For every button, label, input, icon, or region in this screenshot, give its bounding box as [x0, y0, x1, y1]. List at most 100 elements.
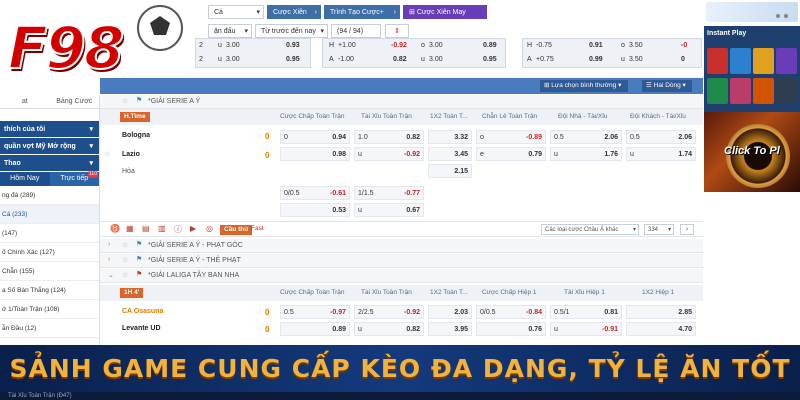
promo-banner[interactable] — [706, 2, 798, 22]
odds-value[interactable]: 0 — [681, 56, 685, 63]
odds-cell[interactable]: 0/0.5 -0.84 — [476, 305, 546, 319]
game-tile[interactable] — [730, 48, 751, 74]
game-tile[interactable] — [753, 48, 774, 74]
chart-icon[interactable]: ▥ — [158, 224, 166, 233]
odds-cell[interactable]: o -0.89 — [476, 130, 546, 144]
odds-cell[interactable]: 0.5 2.06 — [626, 130, 696, 144]
odds-value[interactable]: 0.93 — [286, 42, 300, 49]
odds-cell[interactable]: u -0.91 — [550, 322, 622, 336]
sidebar-item[interactable]: Cá (233) — [0, 205, 99, 224]
star-icon[interactable]: ☆ — [122, 271, 128, 279]
odds-cell[interactable]: 4.70 — [626, 322, 696, 336]
odds-cell[interactable]: 2.03 — [428, 305, 472, 319]
sidebar-item[interactable]: ẫn Đầu (12) — [0, 319, 99, 338]
odds-cell[interactable]: 1/1.5 -0.77 — [354, 186, 424, 200]
sidebar-tab-1[interactable]: at — [0, 95, 50, 108]
time-filter-dropdown[interactable]: Từ trước đến nay ▾ — [255, 24, 328, 38]
odds-cell[interactable]: u 0.67 — [354, 203, 424, 217]
odds-value[interactable]: -0.92 — [391, 42, 407, 49]
odds-cell[interactable]: 0/0.5 -0.61 — [280, 186, 350, 200]
next-page-button[interactable]: › — [680, 224, 694, 235]
game-tile[interactable] — [730, 78, 751, 104]
odds-cell[interactable]: e 0.79 — [476, 147, 546, 161]
odds-cell[interactable]: 3.95 — [428, 322, 472, 336]
odds-cell[interactable]: 0.76 — [476, 322, 546, 336]
tab-today[interactable]: Hôm Nay — [0, 172, 50, 186]
odds-cell[interactable]: 2.15 — [428, 164, 472, 178]
game-tile[interactable] — [776, 48, 797, 74]
star-icon[interactable]: ☆ — [122, 256, 128, 264]
market-count-dropdown[interactable]: 334 ▾ — [644, 224, 674, 235]
chevron-down-icon[interactable]: ⌄ — [108, 271, 114, 279]
odds-cell[interactable]: 0.89 — [280, 322, 350, 336]
star-icon[interactable]: ☆ — [122, 97, 128, 105]
odds-cell[interactable]: 1.0 0.82 — [354, 130, 424, 144]
casino-promo[interactable]: Click To Pl — [704, 112, 800, 192]
odds-value[interactable]: 0.82 — [393, 56, 407, 63]
star-icon[interactable]: ☆ — [122, 241, 128, 249]
market-type-dropdown[interactable]: Các loại cược Châu Á khác ▾ — [541, 224, 639, 235]
sidebar-favorites-header[interactable]: thích của tôi ▾ — [0, 121, 99, 138]
odds-value[interactable]: 0.95 — [483, 56, 497, 63]
cuoc-xien-may-man-button[interactable]: ⊞ Cược Xiên May Mắn — [403, 5, 487, 30]
league-row-laliga[interactable]: ⌄ ☆ ⚑ *GIẢI LALIGA TÂY BAN NHA — [100, 269, 703, 283]
game-tile[interactable] — [753, 78, 774, 104]
filter-dropdown-1[interactable]: Cá ▾ — [208, 5, 264, 19]
sidebar-item[interactable]: ố Chính Xác (127) — [0, 243, 99, 262]
cuoc-xien-button[interactable]: Cược Xiên › — [267, 5, 321, 19]
odds-cell[interactable]: u 1.76 — [550, 147, 622, 161]
odds-cell[interactable]: 2/2.5 -0.92 — [354, 305, 424, 319]
sidebar-item[interactable]: ng đá (289) — [0, 186, 99, 205]
carousel-dot[interactable] — [776, 14, 780, 18]
game-tile[interactable] — [776, 78, 797, 104]
odds-cell[interactable]: u -0.92 — [354, 147, 424, 161]
odds-value[interactable]: 0.89 — [483, 42, 497, 49]
tab-live[interactable]: Trực tiếp 110 — [50, 171, 100, 186]
fast-button[interactable]: Fast — [251, 225, 264, 232]
odds-cell[interactable]: u 0.82 — [354, 322, 424, 336]
league-row-cards[interactable]: › ☆ ⚑ *GIẢI SERIE A Ý - THẺ PHẠT — [100, 254, 703, 268]
video-icon[interactable]: ▶ — [190, 224, 196, 233]
league-row-serie-a[interactable]: ☆ ⚑ *GIẢI SERIE A Ý — [100, 95, 703, 109]
odds-cell[interactable]: 2.85 — [626, 305, 696, 319]
bull-icon[interactable]: ♉ — [110, 224, 120, 233]
game-tile[interactable] — [707, 48, 728, 74]
league-row-corners[interactable]: › ☆ ⚑ *GIẢI SERIE A Ý - PHẠT GÓC — [100, 239, 703, 253]
odds-value[interactable]: -0 — [681, 42, 687, 49]
game-tile[interactable] — [707, 78, 728, 104]
sidebar-item[interactable]: a Số Bàn Thắng (124) — [0, 281, 99, 300]
odds-value[interactable]: 0.91 — [589, 42, 603, 49]
sidebar-tab-betslip[interactable]: Bảng Cược — [50, 95, 100, 108]
odds-cell[interactable]: 0.5 2.06 — [550, 130, 622, 144]
odds-value[interactable]: 0.99 — [589, 56, 603, 63]
sidebar-sports-header[interactable]: Thao ▾ — [0, 155, 99, 172]
chevron-right-icon[interactable]: › — [108, 241, 110, 248]
sidebar-item[interactable]: Chẵn (155) — [0, 262, 99, 281]
selection-mode-dropdown[interactable]: ⊞ Lựa chọn bình thường ▾ — [540, 80, 628, 92]
target-icon[interactable]: ◎ — [206, 224, 213, 233]
odds-value[interactable]: 0.95 — [286, 56, 300, 63]
odds-cell[interactable]: 0.53 — [280, 203, 350, 217]
chevron-right-icon[interactable]: › — [108, 256, 110, 263]
sort-toggle[interactable]: ⇕ — [385, 24, 409, 38]
cau-thu-button[interactable]: Cầu thủ — [220, 225, 253, 235]
odds-cell[interactable]: 0 0.94 — [280, 130, 350, 144]
odds-cell[interactable]: 0.98 — [280, 147, 350, 161]
odds-cell[interactable]: u 1.74 — [626, 147, 696, 161]
info-icon[interactable]: ⓘ — [174, 224, 182, 235]
league-count-dropdown[interactable]: (94 / 94) Giải — [331, 24, 381, 49]
odds-cell[interactable]: 3.32 — [428, 130, 472, 144]
trinh-tao-cuoc-button[interactable]: Trình Tạo Cược+ › — [324, 5, 400, 19]
carousel-dot[interactable] — [784, 14, 788, 18]
row-mode-dropdown[interactable]: ☰ Hai Dòng ▾ — [642, 80, 692, 92]
star-icon[interactable]: ☆ — [104, 150, 110, 158]
stats-icon[interactable]: ▤ — [142, 224, 150, 233]
odds-cell[interactable]: 3.45 — [428, 147, 472, 161]
sidebar-item[interactable]: (147) — [0, 224, 99, 243]
grid-icon[interactable]: ▦ — [126, 224, 134, 233]
match-filter-dropdown[interactable]: ận đấu ▾ — [208, 24, 252, 38]
sidebar-item[interactable]: ớ 1/Toàn Trận (108) — [0, 300, 99, 319]
odds-cell[interactable]: 0.5/1 0.81 — [550, 305, 622, 319]
sidebar-us-open-header[interactable]: quần vợt Mỹ Mở rộng ▾ — [0, 138, 99, 155]
odds-cell[interactable]: 0.5 -0.97 — [280, 305, 350, 319]
